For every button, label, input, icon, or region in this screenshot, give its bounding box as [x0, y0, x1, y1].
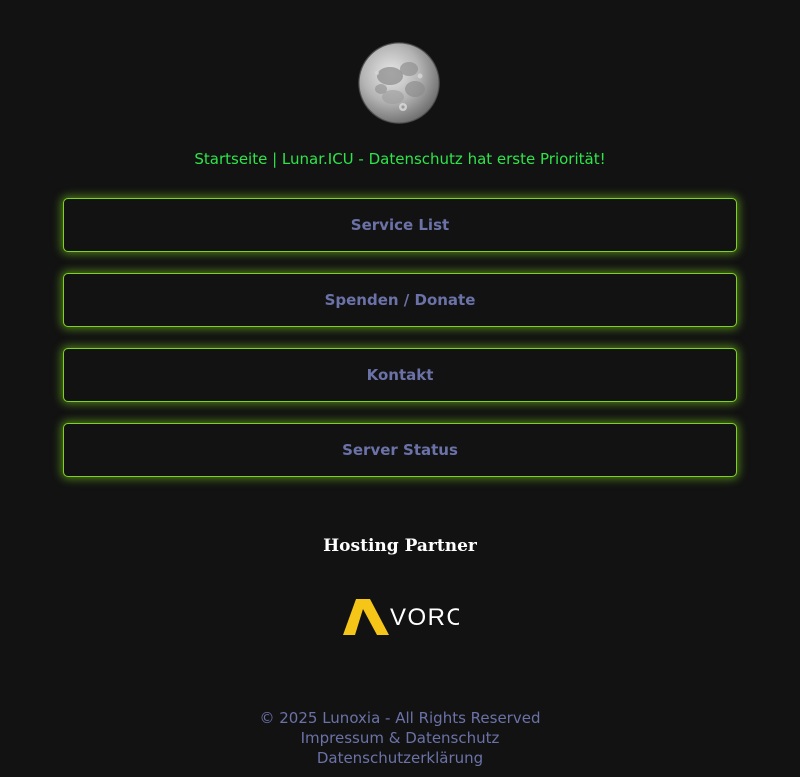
- impressum-link[interactable]: Impressum & Datenschutz: [0, 728, 800, 748]
- server-status-button[interactable]: Server Status: [63, 423, 737, 477]
- privacy-link[interactable]: Datenschutzerklärung: [0, 748, 800, 768]
- avoro-logo-text: VORO: [390, 604, 459, 631]
- page: Startseite | Lunar.ICU - Datenschutz hat…: [0, 0, 800, 777]
- service-list-button[interactable]: Service List: [63, 198, 737, 252]
- contact-button[interactable]: Kontakt: [63, 348, 737, 402]
- donate-button[interactable]: Spenden / Donate: [63, 273, 737, 327]
- hosting-partner-heading: Hosting Partner: [323, 536, 477, 556]
- avoro-logo-mark: [343, 599, 389, 635]
- footer: © 2025 Lunoxia - All Rights Reserved Imp…: [0, 708, 800, 768]
- moon-icon: [357, 41, 441, 125]
- page-tagline: Startseite | Lunar.ICU - Datenschutz hat…: [194, 150, 606, 168]
- copyright-text: © 2025 Lunoxia - All Rights Reserved: [259, 709, 541, 727]
- avoro-logo[interactable]: VORO: [343, 599, 459, 635]
